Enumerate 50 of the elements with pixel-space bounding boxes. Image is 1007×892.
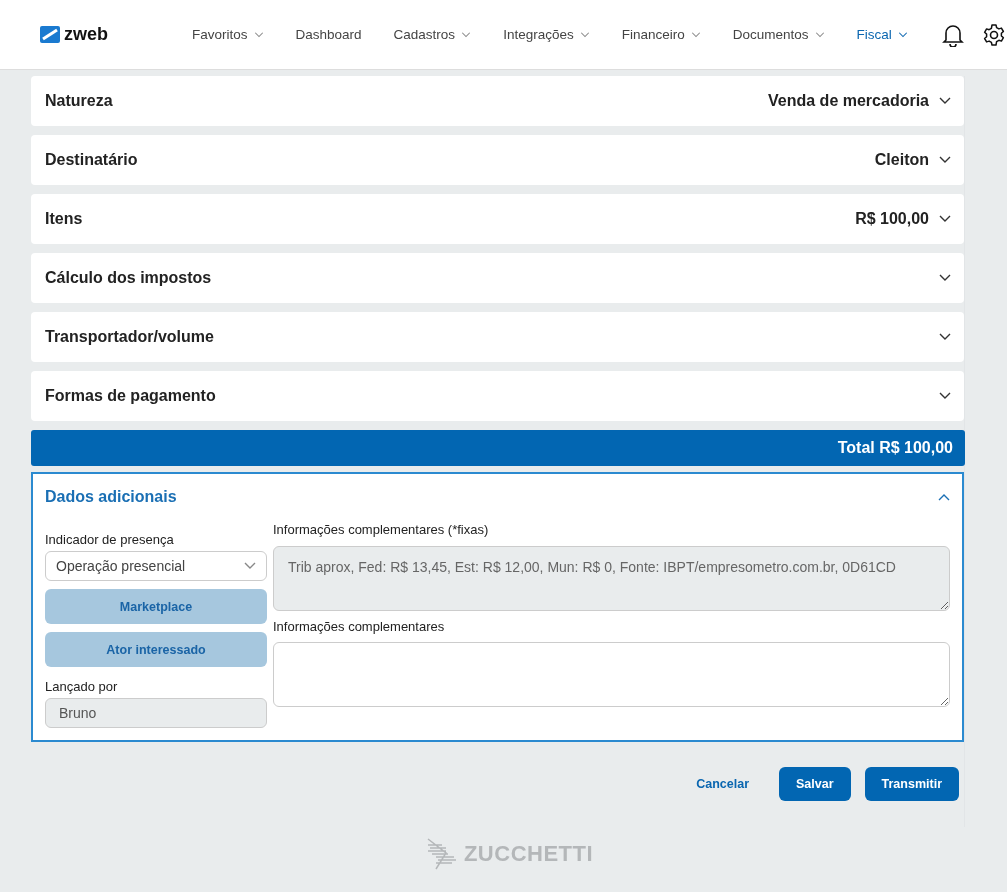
cancel-link[interactable]: Cancelar bbox=[680, 767, 766, 801]
chevron-icon bbox=[939, 274, 951, 282]
save-button[interactable]: Salvar bbox=[779, 767, 851, 801]
caret-icon bbox=[244, 562, 256, 570]
notification-bell-icon[interactable] bbox=[941, 22, 964, 47]
extra-info-field[interactable] bbox=[273, 642, 950, 707]
section-title: Formas de pagamento bbox=[45, 387, 217, 405]
option-button[interactable]: Ator interessado bbox=[45, 632, 267, 667]
section-title: Cálculo dos impostos bbox=[45, 269, 213, 287]
section-title: Transportador/volume bbox=[45, 328, 215, 346]
nav-menu-item[interactable]: Integrações bbox=[487, 27, 606, 42]
field-label: Lançado por bbox=[45, 679, 119, 694]
nav-menu-item[interactable]: Financeiro bbox=[605, 27, 717, 42]
logo-text: zweb bbox=[64, 24, 108, 45]
launched-by-field: Bruno bbox=[45, 698, 267, 728]
section-title: Dados adicionais bbox=[45, 488, 178, 506]
chevron-icon bbox=[939, 215, 951, 223]
option-button[interactable]: Marketplace bbox=[45, 589, 267, 624]
nav-menu-item[interactable]: Fiscal bbox=[840, 27, 924, 42]
accordion-section[interactable]: Formas de pagamento bbox=[31, 371, 964, 421]
field-label: Informações complementares bbox=[273, 619, 446, 634]
section-value: Venda de mercadoria bbox=[768, 92, 929, 110]
section-title: Natureza bbox=[45, 92, 114, 110]
field-label: Informações complementares (*fixas) bbox=[273, 522, 490, 537]
chevron-icon bbox=[939, 392, 951, 400]
brand-logo-icon bbox=[425, 837, 458, 871]
transmit-button[interactable]: Transmitir bbox=[864, 767, 959, 801]
nav-menu-item[interactable]: Documentos bbox=[716, 27, 841, 42]
total-bar: Total R$ 100,00 bbox=[31, 430, 965, 466]
nav-menu-item[interactable]: Cadastros bbox=[377, 27, 488, 42]
field-label: Indicador de presença bbox=[45, 532, 175, 547]
chevron-icon bbox=[939, 333, 951, 341]
section-title: Destinatário bbox=[45, 151, 139, 169]
presence-dropdown[interactable]: Operação presencial bbox=[45, 551, 267, 581]
section-value: R$ 100,00 bbox=[855, 210, 929, 228]
accordion-section[interactable]: Natureza Venda de mercadoria bbox=[31, 76, 964, 126]
nav-menu-item[interactable]: Favoritos bbox=[176, 27, 280, 42]
logo-icon bbox=[40, 26, 60, 43]
nav-menu-item[interactable]: Dashboard bbox=[279, 27, 378, 42]
accordion-section[interactable]: Itens R$ 100,00 bbox=[31, 194, 964, 244]
accordion-section[interactable]: Destinatário Cleiton bbox=[31, 135, 964, 185]
settings-icon[interactable] bbox=[981, 22, 1006, 47]
chevron-icon bbox=[939, 97, 951, 105]
fixed-info-field[interactable]: Trib aprox, Fed: R$ 13,45, Est: R$ 12,00, Mun: R$ 0, Fonte: IBPT/empresometro.com.br, 0D61CD bbox=[273, 546, 950, 611]
accordion-section[interactable]: Transportador/volume bbox=[31, 312, 964, 362]
chevron-icon[interactable] bbox=[938, 493, 950, 501]
accordion-section[interactable]: Cálculo dos impostos bbox=[31, 253, 964, 303]
section-title: Itens bbox=[45, 210, 84, 228]
section-value: Cleiton bbox=[874, 151, 929, 169]
chevron-icon bbox=[939, 156, 951, 164]
